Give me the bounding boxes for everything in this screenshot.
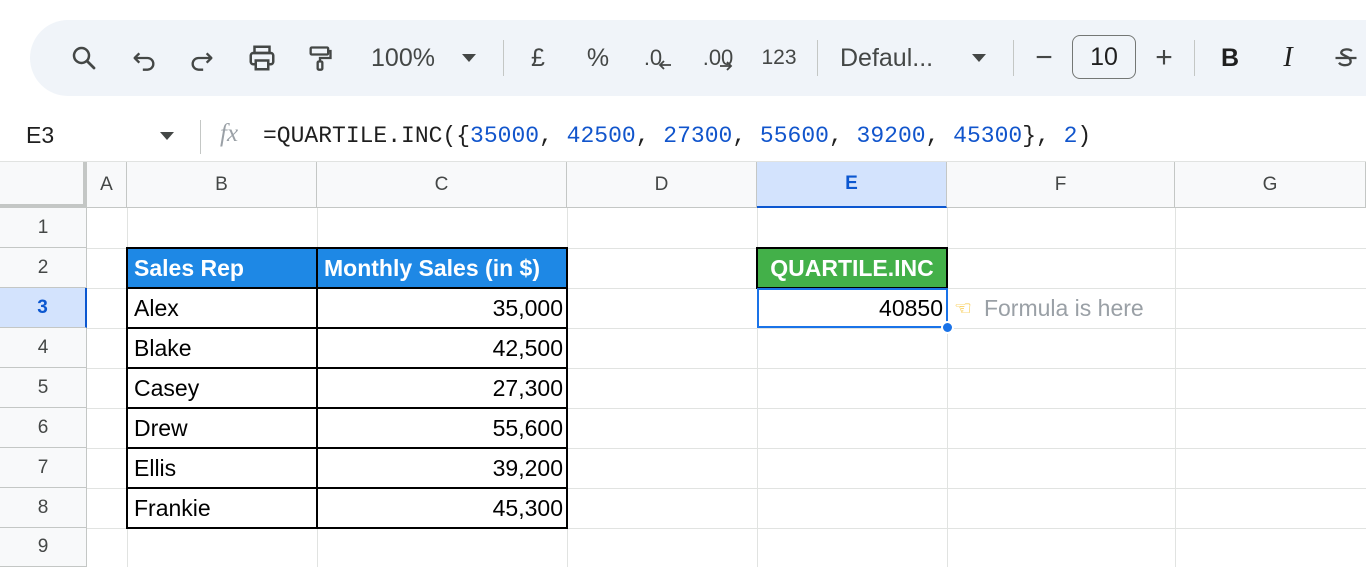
formula-bar-divider [200, 120, 201, 154]
search-icon[interactable] [62, 20, 106, 96]
toolbar-area: 100% £ % .0 .00 123 Defaul... − + B I 10 [0, 0, 1366, 112]
italic-button[interactable]: I [1270, 20, 1306, 96]
formula-bar: E3 fx =QUARTILE.INC({35000, 42500, 27300… [0, 112, 1366, 162]
fill-handle[interactable] [941, 321, 954, 334]
bold-button[interactable]: B [1212, 20, 1248, 96]
table-inner-border [126, 407, 568, 409]
formula-input[interactable]: =QUARTILE.INC({35000, 42500, 27300, 5560… [263, 123, 1091, 149]
toolbar-divider [817, 40, 818, 76]
zoom-chevron-down-icon[interactable] [454, 20, 484, 96]
decrease-decimal-button[interactable]: .0 [636, 20, 680, 96]
formula-arg: 42500 [566, 123, 636, 149]
toolbar-divider [1013, 40, 1014, 76]
gridline [1175, 208, 1176, 567]
increase-decimal-button[interactable]: .00 [696, 20, 740, 96]
percent-format-button[interactable]: % [580, 20, 616, 96]
row-header-3[interactable]: 3 [0, 288, 87, 328]
column-header-a[interactable]: A [87, 162, 127, 208]
column-header-c[interactable]: C [317, 162, 567, 208]
table-cell-rep[interactable]: Ellis [127, 448, 317, 488]
result-cell-e3[interactable]: 40850 [757, 288, 947, 328]
formula-quartile-arg: 2 [1063, 123, 1078, 149]
table-cell-sales[interactable]: 42,500 [317, 328, 567, 368]
row-header-8[interactable]: 8 [0, 488, 87, 528]
formula-arg: 55600 [759, 123, 829, 149]
select-all-corner[interactable] [0, 162, 87, 208]
table-cell-rep[interactable]: Blake [127, 328, 317, 368]
table-header-sales-rep[interactable]: Sales Rep [127, 248, 317, 288]
print-icon[interactable] [240, 20, 284, 96]
paint-format-icon[interactable] [298, 20, 342, 96]
toolbar-divider [503, 40, 504, 76]
currency-format-button[interactable]: £ [520, 20, 556, 96]
spreadsheet-grid: A B C D E F G 1 2 3 4 5 6 7 8 9 Sales Re… [0, 162, 1366, 567]
increase-font-size-button[interactable]: + [1146, 20, 1182, 96]
table-cell-sales[interactable]: 35,000 [317, 288, 567, 328]
row-header-1[interactable]: 1 [0, 208, 87, 248]
table-cell-rep[interactable]: Drew [127, 408, 317, 448]
number-format-button[interactable]: 123 [756, 20, 802, 96]
name-box-chevron-down-icon[interactable] [160, 132, 174, 140]
gridline [947, 208, 948, 567]
formula-arg: 45300 [953, 123, 1023, 149]
toolbar-divider [1194, 40, 1195, 76]
formula-arg: 35000 [470, 123, 540, 149]
column-header-b[interactable]: B [127, 162, 317, 208]
pointing-hand-icon: ☜ [954, 297, 972, 320]
table-header-monthly-sales[interactable]: Monthly Sales (in $) [317, 248, 567, 288]
table-cell-rep[interactable]: Casey [127, 368, 317, 408]
formula-arg: 27300 [663, 123, 733, 149]
table-cell-sales[interactable]: 45,300 [317, 488, 567, 528]
gridline [567, 208, 568, 567]
name-box[interactable]: E3 [26, 122, 54, 149]
row-header-4[interactable]: 4 [0, 328, 87, 368]
redo-icon[interactable] [180, 20, 224, 96]
column-header-f[interactable]: F [947, 162, 1175, 208]
undo-icon[interactable] [122, 20, 166, 96]
gridline [87, 528, 1366, 529]
table-inner-border [126, 487, 568, 489]
column-header-g[interactable]: G [1175, 162, 1366, 208]
row-header-9[interactable]: 9 [0, 528, 87, 567]
table-inner-border [126, 287, 568, 289]
row-header-6[interactable]: 6 [0, 408, 87, 448]
arrow-left-icon [658, 60, 672, 70]
strikethrough-icon[interactable] [1326, 20, 1366, 96]
fx-icon: fx [220, 120, 239, 147]
result-header[interactable]: QUARTILE.INC [757, 248, 947, 288]
font-chevron-down-icon[interactable] [964, 20, 994, 96]
font-family-select[interactable]: Defaul... [840, 20, 946, 96]
toolbar: 100% £ % .0 .00 123 Defaul... − + B I [30, 20, 1366, 96]
column-header-d[interactable]: D [567, 162, 757, 208]
arrow-right-icon [720, 61, 733, 71]
row-header-2[interactable]: 2 [0, 248, 87, 288]
table-cell-sales[interactable]: 55,600 [317, 408, 567, 448]
table-inner-border [126, 367, 568, 369]
column-header-e[interactable]: E [757, 162, 947, 208]
formula-suffix: ) [1077, 123, 1092, 149]
formula-prefix: =QUARTILE.INC({ [263, 123, 471, 149]
formula-arg: 39200 [856, 123, 926, 149]
font-size-input[interactable]: 10 [1072, 35, 1136, 79]
table-cell-sales[interactable]: 39,200 [317, 448, 567, 488]
formula-note-text: Formula is here [983, 294, 1144, 321]
zoom-select[interactable]: 100% [360, 20, 446, 96]
formula-note: ☜ Formula is here [954, 288, 1144, 328]
decrease-font-size-button[interactable]: − [1026, 20, 1062, 96]
row-header-7[interactable]: 7 [0, 448, 87, 488]
table-cell-sales[interactable]: 27,300 [317, 368, 567, 408]
table-cell-rep[interactable]: Frankie [127, 488, 317, 528]
table-inner-border [126, 447, 568, 449]
table-cell-rep[interactable]: Alex [127, 288, 317, 328]
table-inner-border [126, 327, 568, 329]
row-header-5[interactable]: 5 [0, 368, 87, 408]
